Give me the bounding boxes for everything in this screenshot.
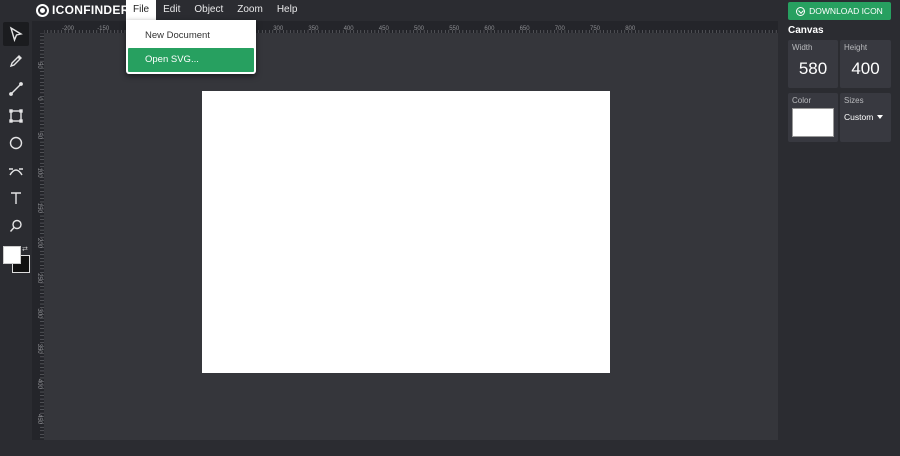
vertical-ruler: 50 0 50 100 150 200 250 300 350 400 450	[32, 33, 44, 440]
ruler-label: 550	[449, 26, 460, 32]
ruler-label: 400	[36, 379, 42, 390]
properties-panel: Canvas Width 580 Height 400 Color Sizes …	[784, 21, 900, 456]
color-label: Color	[792, 96, 812, 105]
menu-bar: File Edit Object Zoom Help	[126, 0, 304, 20]
height-value[interactable]: 400	[840, 59, 891, 79]
sizes-label: Sizes	[844, 96, 864, 105]
ruler-corner	[32, 21, 44, 33]
ruler-label: -150	[97, 26, 110, 32]
ruler-label: 50	[36, 132, 42, 139]
path-tool[interactable]	[3, 159, 29, 183]
zoom-tool[interactable]	[3, 214, 29, 238]
canvas-color-swatch[interactable]	[792, 108, 834, 137]
ruler-label: 300	[273, 26, 284, 32]
app-window: ICONFINDER File Edit Object Zoom Help DO…	[0, 0, 900, 456]
pencil-icon	[9, 55, 22, 68]
menu-file[interactable]: File	[126, 0, 157, 20]
ruler-label: 0	[36, 97, 42, 101]
line-icon	[9, 82, 23, 96]
chevron-down-icon	[877, 115, 884, 119]
download-button-label: DOWNLOAD ICON	[809, 6, 883, 16]
iconfinder-logo-icon	[36, 3, 49, 17]
ruler-label: 700	[555, 26, 566, 32]
pointer-arrow-icon	[9, 26, 23, 42]
menu-item-new-document[interactable]: New Document	[126, 24, 256, 48]
swap-colors-icon[interactable]: ⇄	[22, 245, 28, 253]
ruler-label: 450	[36, 414, 42, 425]
ruler-label: 600	[484, 26, 495, 32]
ruler-label: 650	[520, 26, 531, 32]
sizes-field[interactable]: Sizes Custom	[840, 93, 891, 142]
tool-bar: ⇄	[0, 21, 32, 456]
sizes-select[interactable]: Custom	[844, 112, 884, 122]
ellipse-icon	[9, 136, 23, 150]
menu-object[interactable]: Object	[187, 0, 230, 20]
fill-color-swatch[interactable]	[3, 246, 21, 264]
pencil-tool[interactable]	[3, 49, 29, 73]
ruler-label: 100	[36, 168, 42, 179]
logo-text: ICONFINDER	[52, 3, 130, 17]
sizes-value: Custom	[844, 112, 874, 122]
artboard[interactable]	[202, 91, 610, 373]
ruler-label: 750	[590, 26, 601, 32]
logo: ICONFINDER	[36, 3, 130, 17]
text-tool[interactable]	[3, 186, 29, 210]
width-value[interactable]: 580	[788, 59, 838, 79]
ruler-label: 500	[414, 26, 425, 32]
ruler-label: 150	[36, 203, 42, 214]
bezier-path-icon	[9, 168, 23, 176]
line-tool[interactable]	[3, 77, 29, 101]
menu-help[interactable]: Help	[270, 0, 305, 20]
select-tool[interactable]	[3, 22, 29, 46]
height-field[interactable]: Height 400	[840, 40, 891, 88]
rectangle-tool[interactable]	[3, 104, 29, 128]
width-label: Width	[792, 43, 813, 52]
top-bar: ICONFINDER File Edit Object Zoom Help DO…	[0, 0, 900, 21]
vertical-ruler-scale: 50 0 50 100 150 200 250 300 350 400 450	[36, 33, 44, 439]
download-icon-button[interactable]: DOWNLOAD ICON	[788, 2, 891, 20]
menu-item-open-svg[interactable]: Open SVG...	[128, 48, 254, 72]
color-field[interactable]: Color	[788, 93, 838, 142]
ruler-label: 400	[344, 26, 355, 32]
ruler-label: 300	[36, 308, 42, 319]
menu-edit[interactable]: Edit	[156, 0, 187, 20]
ruler-label: 350	[308, 26, 319, 32]
ellipse-tool[interactable]	[3, 131, 29, 155]
download-circle-icon	[796, 6, 806, 16]
rectangle-icon	[9, 109, 23, 123]
panel-title: Canvas	[788, 25, 824, 36]
text-icon	[11, 192, 21, 204]
canvas-workspace[interactable]	[44, 33, 778, 440]
ruler-label: 50	[36, 62, 42, 69]
file-dropdown-menu: New Document Open SVG...	[126, 20, 256, 74]
ruler-label: 350	[36, 344, 42, 355]
menu-zoom[interactable]: Zoom	[230, 0, 270, 20]
ruler-label: 450	[379, 26, 390, 32]
ruler-label: 800	[625, 26, 636, 32]
magnifier-icon	[9, 219, 22, 232]
width-field[interactable]: Width 580	[788, 40, 838, 88]
height-label: Height	[844, 43, 868, 52]
ruler-label: 200	[36, 238, 42, 249]
ruler-label: 250	[36, 273, 42, 284]
ruler-label: -200	[62, 26, 75, 32]
